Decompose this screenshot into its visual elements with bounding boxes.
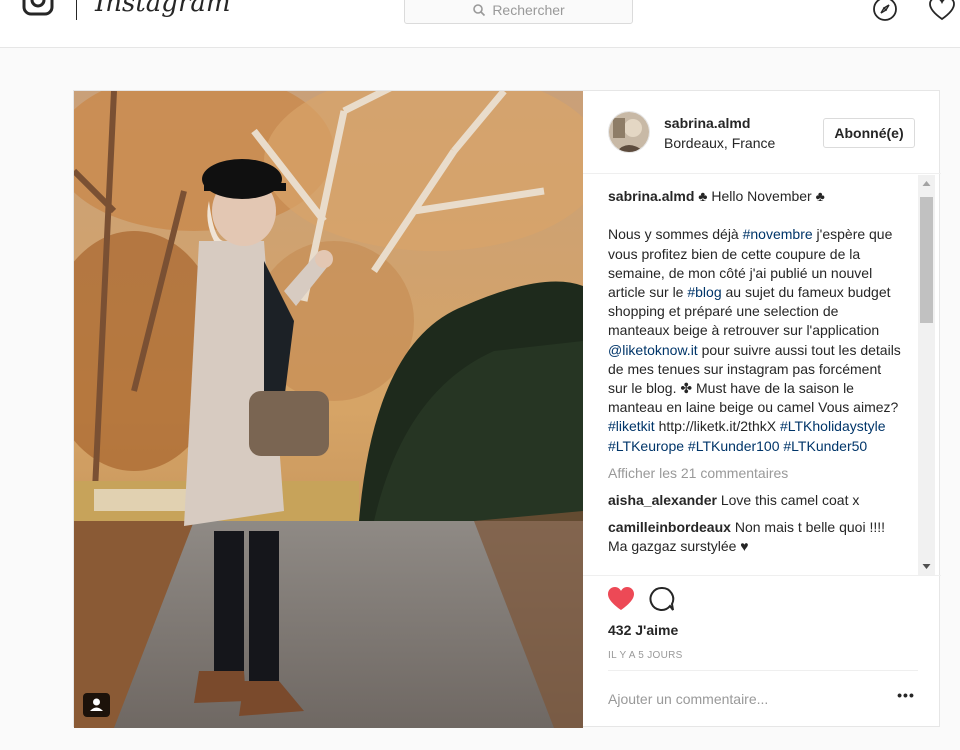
instagram-wordmark[interactable]: Instagram — [95, 0, 231, 18]
top-nav: Instagram Rechercher — [0, 0, 960, 48]
post-header: sabrina.almd Bordeaux, France Abonné(e) — [583, 91, 941, 174]
search-placeholder: Rechercher — [492, 2, 565, 18]
hashtag-link[interactable]: #LTKunder100 — [688, 438, 780, 454]
comments-scrollbar[interactable] — [918, 175, 935, 575]
search-box[interactable]: Rechercher — [404, 0, 633, 24]
hashtag-link[interactable]: #blog — [687, 284, 721, 300]
post-actions: 432 J'aime IL Y A 5 JOURS ••• — [583, 575, 941, 728]
comment-username[interactable]: camilleinbordeaux — [608, 519, 731, 535]
scroll-up-arrow-icon[interactable] — [918, 175, 935, 192]
caption-text: ♣ Hello November ♣ Nous y sommes déjà #n… — [608, 188, 905, 454]
comment-username[interactable]: aisha_alexander — [608, 492, 717, 508]
post-photo[interactable] — [74, 91, 583, 728]
explore-compass-icon[interactable] — [872, 0, 898, 22]
liked-heart-icon[interactable] — [607, 586, 635, 612]
scroll-down-arrow-icon[interactable] — [918, 558, 935, 575]
tagged-user-icon[interactable] — [83, 693, 110, 717]
post-card: sabrina.almd Bordeaux, France Abonné(e) … — [73, 90, 941, 728]
comment-item: aisha_alexander Love this camel coat x — [608, 491, 898, 510]
comments-list[interactable]: sabrina.almd ♣ Hello November ♣ Nous y s… — [583, 175, 918, 575]
follow-button[interactable]: Abonné(e) — [823, 118, 915, 148]
owner-avatar[interactable] — [608, 111, 650, 153]
logo-divider — [76, 0, 77, 20]
comment-bubble-icon[interactable] — [649, 586, 675, 612]
post-timestamp[interactable]: IL Y A 5 JOURS — [608, 650, 683, 661]
likes-count[interactable]: 432 J'aime — [608, 622, 678, 638]
comment-item: camilleinbordeaux Non mais t belle quoi … — [608, 518, 898, 556]
post-caption: sabrina.almd ♣ Hello November ♣ Nous y s… — [608, 187, 903, 456]
hashtag-link[interactable]: #liketkit — [608, 418, 655, 434]
post-sidebar: sabrina.almd Bordeaux, France Abonné(e) … — [583, 91, 941, 728]
comment-text: Love this camel coat x — [720, 492, 860, 509]
owner-location[interactable]: Bordeaux, France — [664, 135, 775, 151]
add-comment-section: ••• — [608, 670, 918, 726]
post-photo-illustration — [74, 91, 583, 728]
owner-username[interactable]: sabrina.almd — [664, 115, 750, 131]
more-options-icon[interactable]: ••• — [896, 688, 916, 709]
scroll-thumb[interactable] — [920, 197, 933, 323]
instagram-camera-icon[interactable] — [22, 0, 54, 18]
hashtag-link[interactable]: #LTKunder50 — [783, 438, 867, 454]
avatar-image — [609, 112, 649, 152]
add-comment-input[interactable] — [608, 685, 868, 713]
activity-heart-icon[interactable] — [928, 0, 956, 22]
caption-segment: http://liketk.it/2thkX — [654, 418, 780, 435]
hashtag-link[interactable]: #novembre — [743, 226, 813, 242]
hashtag-link[interactable]: @liketoknow.it — [608, 342, 698, 358]
hashtag-link[interactable]: #LTKholidaystyle — [780, 418, 886, 434]
caption-username[interactable]: sabrina.almd — [608, 188, 694, 204]
caption-segment — [886, 418, 890, 434]
search-icon — [473, 4, 486, 17]
hashtag-link[interactable]: #LTKeurope — [608, 438, 684, 454]
view-all-comments-link[interactable]: Afficher les 21 commentaires — [608, 464, 918, 483]
